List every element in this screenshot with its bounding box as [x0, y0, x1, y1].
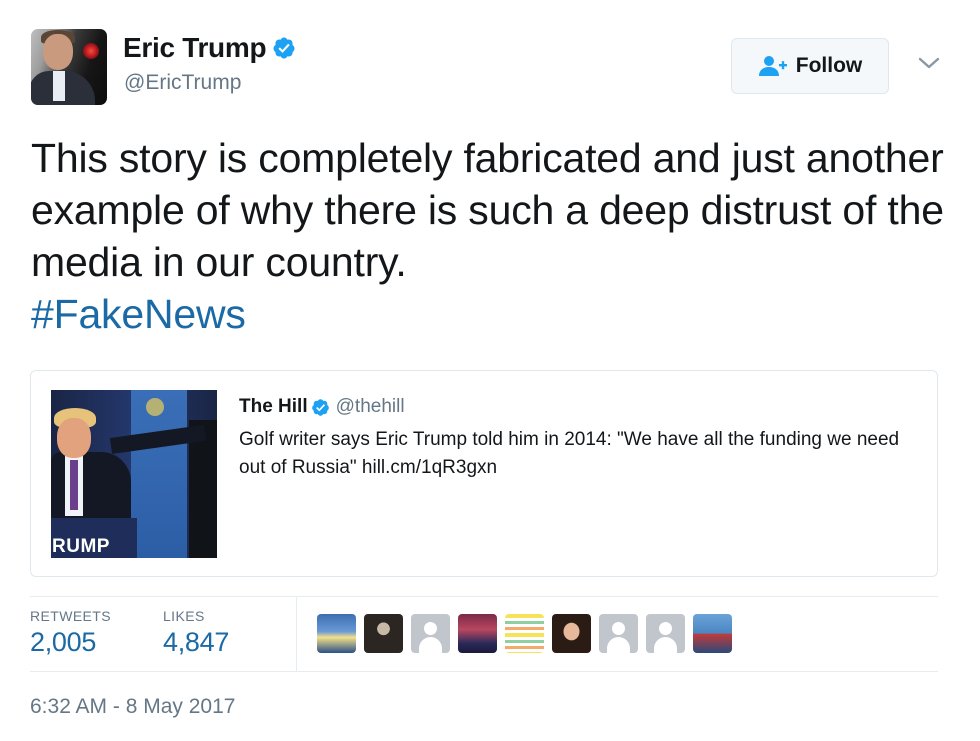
verified-badge-icon	[273, 37, 295, 59]
default-user-avatar[interactable]	[599, 614, 638, 653]
author-display-name[interactable]: Eric Trump	[123, 32, 267, 64]
stats-top-divider	[30, 596, 938, 597]
author-avatar[interactable]	[31, 29, 107, 105]
retweets-stat[interactable]: RETWEETS 2,005	[30, 608, 111, 658]
follow-button-label: Follow	[795, 54, 863, 77]
likers-avatars	[317, 614, 740, 653]
author-handle[interactable]: @EricTrump	[124, 71, 241, 95]
person-dark-avatar[interactable]	[364, 614, 403, 653]
likes-stat[interactable]: LIKES 4,847	[163, 608, 229, 658]
author-name-row[interactable]: Eric Trump	[123, 32, 296, 64]
tweet-timestamp[interactable]: 6:32 AM - 8 May 2017	[30, 695, 235, 719]
follow-button[interactable]: Follow	[731, 38, 889, 94]
podium-sign-text: RUMP	[52, 536, 110, 557]
quoted-author-name[interactable]: The Hill	[239, 396, 308, 418]
sky-sunrise-avatar[interactable]	[317, 614, 356, 653]
quoted-tweet-text: Golf writer says Eric Trump told him in …	[239, 429, 900, 478]
default-user-avatar[interactable]	[411, 614, 450, 653]
likes-count: 4,847	[163, 627, 230, 657]
quoted-tweet-card[interactable]: RUMP The Hill @thehill Golf writer says …	[30, 370, 938, 577]
add-user-icon	[758, 56, 787, 76]
striped-pattern-avatar[interactable]	[505, 614, 544, 653]
quoted-author-handle[interactable]: @thehill	[336, 396, 405, 418]
trump-campaign-avatar[interactable]	[458, 614, 497, 653]
person-red-avatar[interactable]	[693, 614, 732, 653]
quoted-tweet-header: The Hill @thehill	[239, 396, 405, 418]
retweets-count: 2,005	[30, 627, 97, 657]
retweets-label: RETWEETS	[30, 608, 111, 624]
tweet-text: This story is completely fabricated and …	[31, 132, 961, 340]
hashtag-link[interactable]: #FakeNews	[31, 288, 961, 340]
chevron-down-icon[interactable]	[918, 56, 940, 70]
tweet-body: This story is completely fabricated and …	[31, 135, 944, 285]
stats-separator	[296, 597, 297, 671]
default-user-avatar[interactable]	[646, 614, 685, 653]
likes-label: LIKES	[163, 608, 205, 624]
verified-badge-icon	[311, 398, 329, 416]
quoted-tweet-image[interactable]: RUMP	[51, 390, 217, 558]
stats-bottom-divider	[30, 671, 938, 672]
woman-portrait-avatar[interactable]	[552, 614, 591, 653]
